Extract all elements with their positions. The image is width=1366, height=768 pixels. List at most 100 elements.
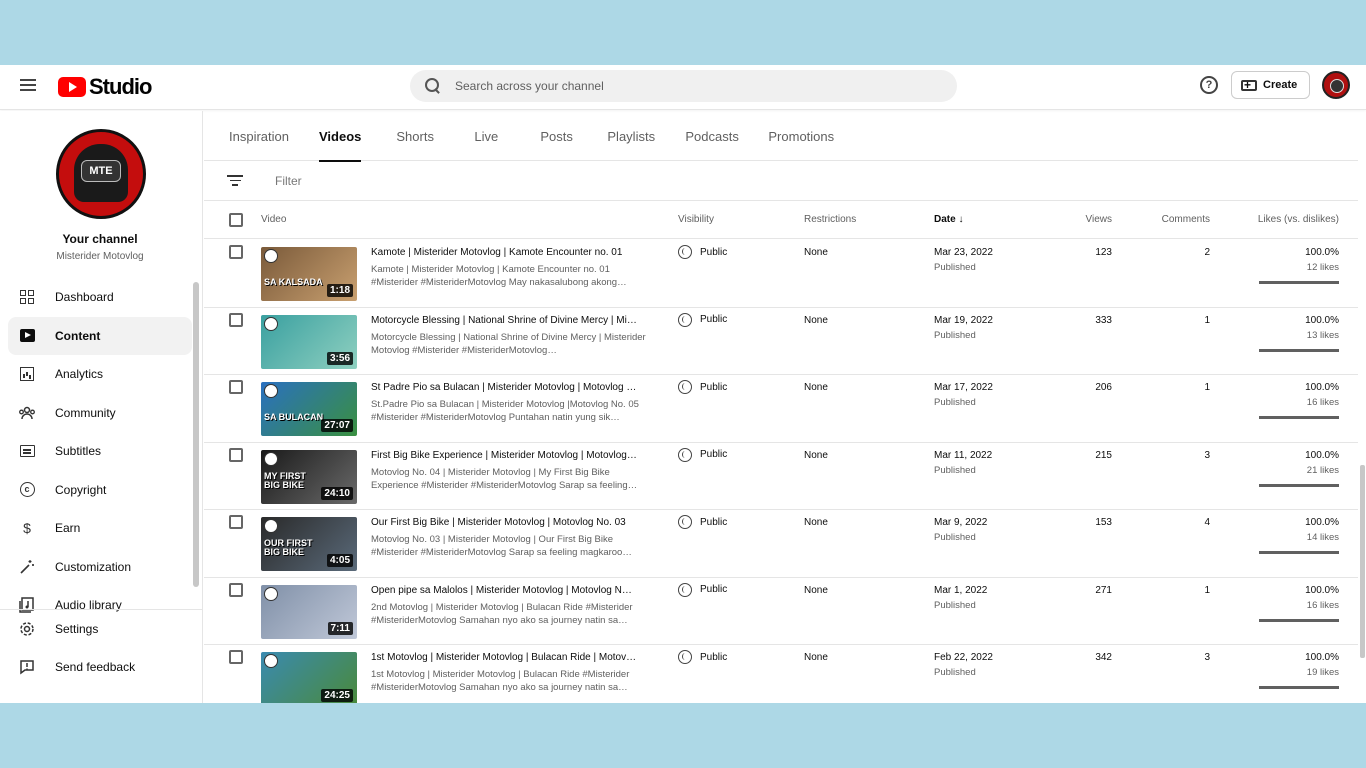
tab-promotions[interactable]: Promotions: [768, 111, 834, 161]
tab-podcasts[interactable]: Podcasts: [685, 111, 768, 161]
visibility-dropdown[interactable]: Public: [678, 447, 727, 462]
video-title[interactable]: Motorcycle Blessing | National Shrine of…: [371, 315, 646, 326]
video-thumbnail[interactable]: 3:56: [261, 314, 357, 369]
tab-shorts[interactable]: Shorts: [396, 111, 474, 161]
row-checkbox[interactable]: [229, 245, 243, 259]
table-row[interactable]: OUR FIRST BIG BIKE 4:05 Our First Big Bi…: [204, 510, 1358, 578]
sidebar-item-analytics[interactable]: Analytics: [8, 355, 192, 394]
video-title[interactable]: Kamote | Misterider Motovlog | Kamote En…: [371, 247, 646, 258]
sidebar-item-dashboard[interactable]: Dashboard: [8, 278, 192, 317]
column-date-sorted[interactable]: Date ↓: [934, 214, 963, 225]
video-title[interactable]: Open pipe sa Malolos | Misterider Motovl…: [371, 585, 646, 596]
sidebar-item-earn[interactable]: $ Earn: [8, 509, 192, 548]
account-avatar[interactable]: [1322, 71, 1350, 99]
filter-icon[interactable]: [227, 175, 243, 187]
studio-logo[interactable]: Studio: [58, 74, 152, 100]
top-header: Studio ? Create: [0, 65, 1366, 110]
row-checkbox[interactable]: [229, 447, 243, 462]
thumbnail-text: SA BULACAN: [264, 412, 324, 422]
sidebar-item-content[interactable]: Content: [8, 316, 192, 355]
video-title[interactable]: 1st Motovlog | Misterider Motovlog | Bul…: [371, 652, 646, 663]
video-thumbnail[interactable]: SA BULACAN 27:07: [261, 382, 357, 436]
likes-ratio-fill: [1259, 686, 1339, 689]
sidebar-item-copyright[interactable]: c Copyright: [8, 471, 192, 510]
comments-count: 1: [1204, 314, 1210, 326]
video-thumbnail[interactable]: 7:11: [261, 584, 357, 639]
search-input[interactable]: [455, 79, 915, 93]
sidebar-item-subtitles[interactable]: Subtitles: [8, 432, 192, 471]
sidebar-item-send-feedback[interactable]: Send feedback: [8, 648, 202, 686]
sidebar-item-settings[interactable]: Settings: [8, 610, 202, 648]
visibility-dropdown[interactable]: Public: [678, 650, 727, 664]
table-row[interactable]: SA KALSADA 1:18 Kamote | Misterider Moto…: [204, 240, 1358, 308]
video-title[interactable]: St Padre Pio sa Bulacan | Misterider Mot…: [371, 382, 646, 393]
video-description: Motovlog No. 04 | Misterider Motovlog | …: [371, 466, 638, 491]
video-duration: 3:56: [326, 351, 353, 365]
video-thumbnail[interactable]: OUR FIRST BIG BIKE 4:05: [261, 517, 357, 571]
tab-inspiration[interactable]: Inspiration: [229, 111, 319, 161]
row-checkbox[interactable]: [229, 380, 243, 394]
table-row[interactable]: 3:56 Motorcycle Blessing | National Shri…: [204, 308, 1358, 375]
views-count: 123: [1095, 247, 1112, 258]
column-likes[interactable]: Likes (vs. dislikes): [1258, 214, 1339, 225]
visibility-dropdown[interactable]: Public: [678, 582, 727, 597]
column-visibility[interactable]: Visibility: [678, 214, 714, 225]
channel-avatar[interactable]: MTE: [56, 129, 146, 219]
video-title[interactable]: First Big Bike Experience | Misterider M…: [371, 450, 646, 461]
search-icon[interactable]: [425, 78, 441, 94]
column-views[interactable]: Views: [1086, 214, 1113, 225]
likes-percent: 100.0%: [1305, 382, 1339, 393]
visibility-dropdown[interactable]: Public: [678, 515, 727, 529]
tab-playlists[interactable]: Playlists: [607, 111, 685, 161]
tab-live[interactable]: Live: [474, 111, 540, 161]
sidebar-item-label: Earn: [55, 521, 81, 536]
row-checkbox[interactable]: [229, 582, 243, 597]
video-thumbnail[interactable]: SA KALSADA 1:18: [261, 247, 357, 301]
likes-count: 16 likes: [1306, 397, 1339, 408]
visibility-label: Public: [700, 651, 728, 663]
comments-count: 1: [1204, 382, 1210, 393]
table-row[interactable]: MY FIRST BIG BIKE 24:10 First Big Bike E…: [204, 443, 1358, 510]
sidebar-scrollbar[interactable]: [193, 282, 199, 587]
likes-percent: 100.0%: [1305, 314, 1339, 326]
video-description: 2nd Motovlog | Misterider Motovlog | Bul…: [371, 601, 633, 626]
main-scrollbar[interactable]: [1360, 465, 1365, 658]
likes-count: 12 likes: [1306, 262, 1339, 273]
globe-icon: [678, 447, 692, 462]
table-row[interactable]: 24:25 1st Motovlog | Misterider Motovlog…: [204, 645, 1358, 703]
table-row[interactable]: 7:11 Open pipe sa Malolos | Misterider M…: [204, 578, 1358, 645]
comments-count: 1: [1204, 584, 1210, 596]
column-restrictions[interactable]: Restrictions: [804, 214, 856, 225]
sidebar-item-label: Analytics: [55, 367, 104, 382]
hamburger-menu-icon[interactable]: [18, 76, 38, 96]
sidebar-bottom: Settings Send feedback: [0, 609, 202, 686]
visibility-dropdown[interactable]: Public: [678, 245, 727, 259]
visibility-dropdown[interactable]: Public: [678, 312, 727, 327]
video-thumbnail[interactable]: 24:25: [261, 652, 357, 703]
tab-posts[interactable]: Posts: [540, 111, 607, 161]
video-duration: 7:11: [327, 621, 353, 635]
likes-ratio-fill: [1259, 348, 1339, 352]
row-checkbox[interactable]: [229, 650, 243, 664]
views-count: 206: [1095, 382, 1112, 393]
row-checkbox[interactable]: [229, 312, 243, 327]
visibility-dropdown[interactable]: Public: [678, 380, 727, 394]
create-button[interactable]: Create: [1231, 71, 1310, 99]
table-row[interactable]: SA BULACAN 27:07 St Padre Pio sa Bulacan…: [204, 375, 1358, 443]
help-icon[interactable]: ?: [1200, 76, 1218, 94]
video-title[interactable]: Our First Big Bike | Misterider Motovlog…: [371, 517, 646, 528]
select-all-checkbox[interactable]: [229, 213, 243, 227]
create-label: Create: [1263, 79, 1298, 91]
subtitles-icon: [18, 442, 36, 460]
likes-ratio-fill: [1259, 551, 1339, 554]
restrictions-value: None: [804, 449, 828, 461]
video-thumbnail[interactable]: MY FIRST BIG BIKE 24:10: [261, 449, 357, 504]
sidebar-item-community[interactable]: Community: [8, 394, 192, 433]
sidebar-item-customization[interactable]: Customization: [8, 548, 192, 587]
tab-videos[interactable]: Videos: [319, 111, 362, 162]
row-checkbox[interactable]: [229, 515, 243, 529]
search-bar[interactable]: [410, 70, 957, 102]
column-comments[interactable]: Comments: [1162, 214, 1210, 225]
filter-input[interactable]: [275, 174, 575, 188]
sidebar-item-label: Customization: [55, 559, 132, 574]
